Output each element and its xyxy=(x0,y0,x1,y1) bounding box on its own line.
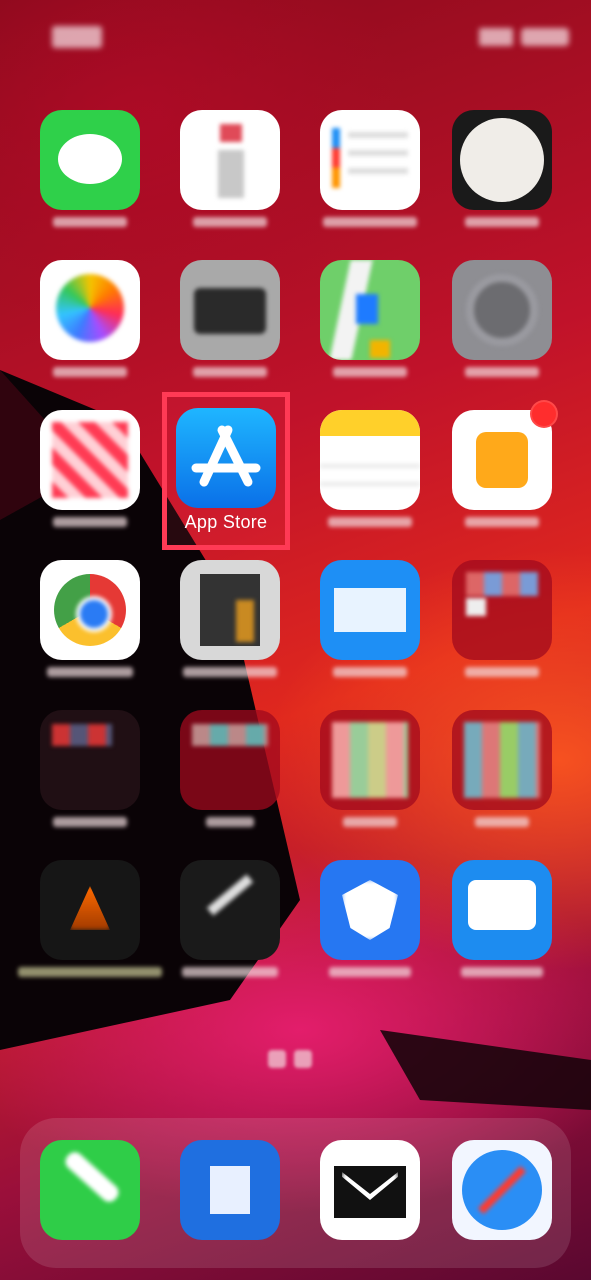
app-label xyxy=(310,364,430,380)
calendar-app-icon xyxy=(180,110,280,210)
app-label xyxy=(442,364,562,380)
settings-icon xyxy=(452,260,552,360)
shield-app-icon xyxy=(320,860,420,960)
app-label xyxy=(442,664,562,680)
app-photos-widget[interactable] xyxy=(180,110,280,240)
dark-app-icon xyxy=(180,860,280,960)
page-indicator[interactable] xyxy=(268,1050,323,1068)
app-home[interactable] xyxy=(452,400,558,540)
app-label xyxy=(442,814,562,830)
maps-icon xyxy=(320,260,420,360)
app-label xyxy=(442,514,562,530)
app-camera[interactable] xyxy=(180,260,280,390)
app-label xyxy=(170,814,290,830)
app-maps[interactable] xyxy=(320,260,420,390)
app-settings[interactable] xyxy=(452,260,552,390)
folder-icon xyxy=(452,710,552,810)
app-label xyxy=(442,964,562,980)
app-folder-2[interactable] xyxy=(40,710,140,840)
app-dark-1[interactable] xyxy=(18,860,162,990)
app-store-icon xyxy=(176,408,276,508)
messages-icon xyxy=(40,110,140,210)
clock-icon xyxy=(452,110,552,210)
app-messages[interactable] xyxy=(40,110,140,240)
battery-icon xyxy=(521,28,569,46)
signal-wifi-icon xyxy=(479,28,513,46)
app-label xyxy=(30,664,150,680)
dock-gmail[interactable] xyxy=(320,1140,420,1270)
app-folder-4[interactable] xyxy=(320,710,420,840)
chat-app-icon xyxy=(452,860,552,960)
app-label xyxy=(310,214,430,230)
folder-icon xyxy=(452,560,552,660)
app-label xyxy=(170,664,290,680)
app-dark-2[interactable] xyxy=(180,860,280,990)
app-calculator[interactable] xyxy=(180,560,280,690)
app-folder-5[interactable] xyxy=(452,710,552,840)
app-chat[interactable] xyxy=(452,860,552,990)
time-text-blurred xyxy=(52,26,102,48)
app-folder-1[interactable] xyxy=(452,560,552,690)
app-label xyxy=(170,364,290,380)
app-label xyxy=(310,964,430,980)
app-label xyxy=(30,214,150,230)
folder-icon xyxy=(320,710,420,810)
app-label xyxy=(442,214,562,230)
safari-icon xyxy=(452,1140,552,1240)
app-folder-3[interactable] xyxy=(180,710,280,840)
app-label xyxy=(310,514,430,530)
app-label xyxy=(18,964,162,980)
app-notes[interactable] xyxy=(320,410,420,540)
app-label xyxy=(310,664,430,680)
calculator-icon xyxy=(180,560,280,660)
app-chrome[interactable] xyxy=(40,560,140,690)
app-shield[interactable] xyxy=(320,860,420,990)
app-label xyxy=(30,514,150,530)
notes-icon xyxy=(320,410,420,510)
notification-badge xyxy=(530,400,558,428)
gmail-icon xyxy=(320,1140,420,1240)
chrome-icon xyxy=(40,560,140,660)
app-label xyxy=(310,814,430,830)
app-label xyxy=(30,364,150,380)
camera-icon xyxy=(180,260,280,360)
home-screen: App Store xyxy=(0,0,591,1280)
app-reminders[interactable] xyxy=(320,110,420,240)
app-news[interactable] xyxy=(40,410,140,540)
dock-phone[interactable] xyxy=(40,1140,140,1270)
mail-icon xyxy=(320,560,420,660)
app-label xyxy=(170,964,290,980)
app-label xyxy=(30,814,150,830)
folder-icon xyxy=(40,710,140,810)
app-store-glyph xyxy=(191,425,261,487)
app-store-app[interactable]: App Store xyxy=(176,408,276,538)
app-mail[interactable] xyxy=(320,560,420,690)
app-store-label: App Store xyxy=(166,512,286,532)
app-label xyxy=(170,214,290,230)
app-store-label-text: App Store xyxy=(184,512,268,532)
reminders-icon xyxy=(320,110,420,210)
news-icon xyxy=(40,410,140,510)
phone-icon xyxy=(40,1140,140,1240)
app-clock[interactable] xyxy=(452,110,552,240)
folder-icon xyxy=(180,710,280,810)
dock-clipboard-app[interactable] xyxy=(180,1140,280,1270)
status-bar xyxy=(0,20,591,60)
dark-app-icon xyxy=(40,860,140,960)
clipboard-app-icon xyxy=(180,1140,280,1240)
dock-safari[interactable] xyxy=(452,1140,552,1270)
photos-icon xyxy=(40,260,140,360)
app-photos[interactable] xyxy=(40,260,140,390)
